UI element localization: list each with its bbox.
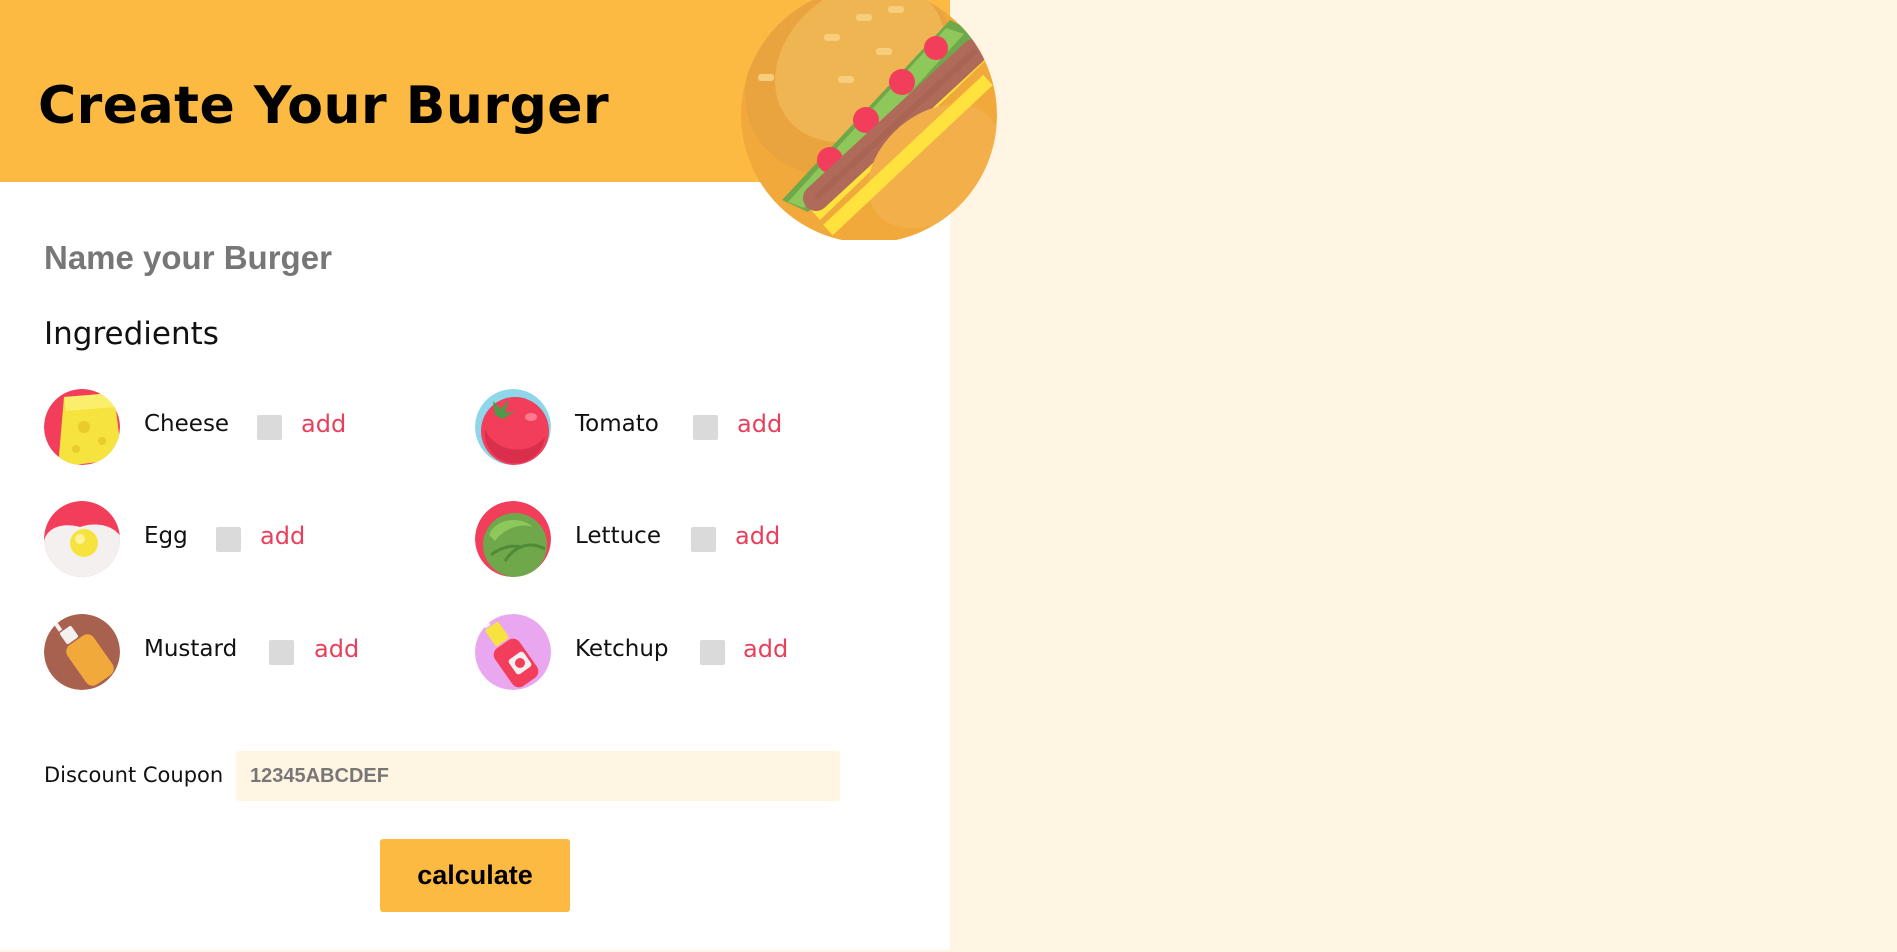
coupon-input[interactable] bbox=[236, 751, 840, 801]
cheese-icon bbox=[44, 389, 120, 465]
ingredient-checkbox[interactable] bbox=[269, 640, 294, 665]
add-link[interactable]: add bbox=[737, 410, 782, 438]
lettuce-icon bbox=[475, 501, 551, 577]
ingredient-checkbox[interactable] bbox=[700, 640, 725, 665]
calculate-button[interactable]: calculate bbox=[380, 839, 570, 912]
add-link[interactable]: add bbox=[743, 635, 788, 663]
ingredient-tomato: Tomato add bbox=[475, 389, 815, 465]
ketchup-icon bbox=[475, 614, 551, 690]
add-link[interactable]: add bbox=[260, 522, 305, 550]
tomato-icon bbox=[475, 389, 551, 465]
ingredient-label: Ketchup bbox=[575, 636, 669, 662]
burger-builder-panel: Create Your Burger Name your Burger Ingr… bbox=[0, 0, 997, 950]
coupon-label: Discount Coupon bbox=[44, 763, 224, 787]
ingredient-checkbox[interactable] bbox=[257, 415, 282, 440]
ingredient-label: Mustard bbox=[144, 636, 238, 662]
ingredient-label: Tomato bbox=[575, 411, 659, 437]
ingredient-ketchup: Ketchup add bbox=[475, 614, 815, 690]
page-title: Create Your Burger bbox=[38, 76, 610, 136]
ingredient-checkbox[interactable] bbox=[216, 527, 241, 552]
ingredient-cheese: Cheese add bbox=[44, 389, 364, 465]
ingredient-egg: Egg add bbox=[44, 501, 324, 577]
ingredient-label: Egg bbox=[144, 523, 188, 549]
ingredient-label: Cheese bbox=[144, 411, 230, 437]
add-link[interactable]: add bbox=[735, 522, 780, 550]
mustard-icon bbox=[44, 614, 120, 690]
ingredient-label: Lettuce bbox=[575, 523, 661, 549]
burger-name-input[interactable] bbox=[44, 234, 644, 282]
ingredient-mustard: Mustard add bbox=[44, 614, 374, 690]
ingredient-checkbox[interactable] bbox=[693, 415, 718, 440]
add-link[interactable]: add bbox=[301, 410, 346, 438]
add-link[interactable]: add bbox=[314, 635, 359, 663]
ingredient-checkbox[interactable] bbox=[691, 527, 716, 552]
egg-icon bbox=[44, 501, 120, 577]
ingredient-lettuce: Lettuce add bbox=[475, 501, 815, 577]
ingredients-heading: Ingredients bbox=[44, 316, 219, 352]
burger-icon bbox=[741, 0, 997, 240]
